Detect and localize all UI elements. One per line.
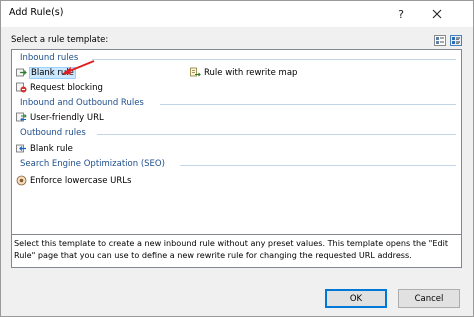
add-rules-dialog: Add Rule(s) ? Select a rule template: In…	[0, 0, 474, 317]
group-divider	[160, 104, 456, 105]
template-item-label: User-friendly URL	[30, 112, 104, 123]
request-blocking-icon	[16, 82, 27, 93]
group-header-seo: Search Engine Optimization (SEO)	[20, 159, 165, 169]
title-bar: Add Rule(s) ?	[1, 1, 473, 27]
tiles-view-button[interactable]	[450, 35, 462, 46]
ok-button[interactable]: OK	[325, 289, 387, 308]
blank-rule-icon	[16, 144, 26, 153]
group-divider	[92, 59, 456, 60]
close-icon	[432, 9, 442, 19]
group-header-outbound: Outbound rules	[20, 128, 86, 138]
group-divider	[97, 134, 456, 135]
close-button[interactable]	[419, 1, 455, 27]
red-arrow-annotation-icon	[62, 60, 95, 75]
template-item-label: Rule with rewrite map	[204, 67, 298, 78]
template-description: Select this template to create a new inb…	[11, 235, 462, 268]
template-item-request-blocking[interactable]: Request blocking	[16, 81, 103, 94]
template-item-label: Enforce lowercase URLs	[30, 175, 132, 186]
cancel-button[interactable]: Cancel	[398, 289, 460, 308]
template-label: Select a rule template:	[11, 35, 109, 45]
details-view-button[interactable]	[434, 35, 446, 46]
template-item-rewrite-map[interactable]: Rule with rewrite map	[190, 66, 297, 79]
enforce-lowercase-icon	[16, 175, 27, 186]
template-item-enforce-lowercase[interactable]: Enforce lowercase URLs	[16, 174, 131, 187]
template-item-user-friendly-url[interactable]: User-friendly URL	[16, 111, 104, 124]
rewrite-map-icon	[190, 67, 201, 77]
user-friendly-url-icon	[16, 112, 27, 122]
help-icon: ?	[398, 7, 404, 21]
template-item-outbound-blank-rule[interactable]: Blank rule	[16, 142, 73, 155]
window-title: Add Rule(s)	[9, 7, 64, 18]
group-header-inbound-outbound: Inbound and Outbound Rules	[20, 98, 144, 108]
tiles-view-icon	[452, 37, 460, 44]
group-divider	[180, 165, 456, 166]
help-button[interactable]: ?	[383, 1, 419, 27]
template-item-label: Blank rule	[30, 143, 73, 154]
blank-rule-icon	[16, 68, 27, 77]
template-item-label: Request blocking	[30, 82, 103, 93]
details-view-icon	[436, 37, 444, 44]
